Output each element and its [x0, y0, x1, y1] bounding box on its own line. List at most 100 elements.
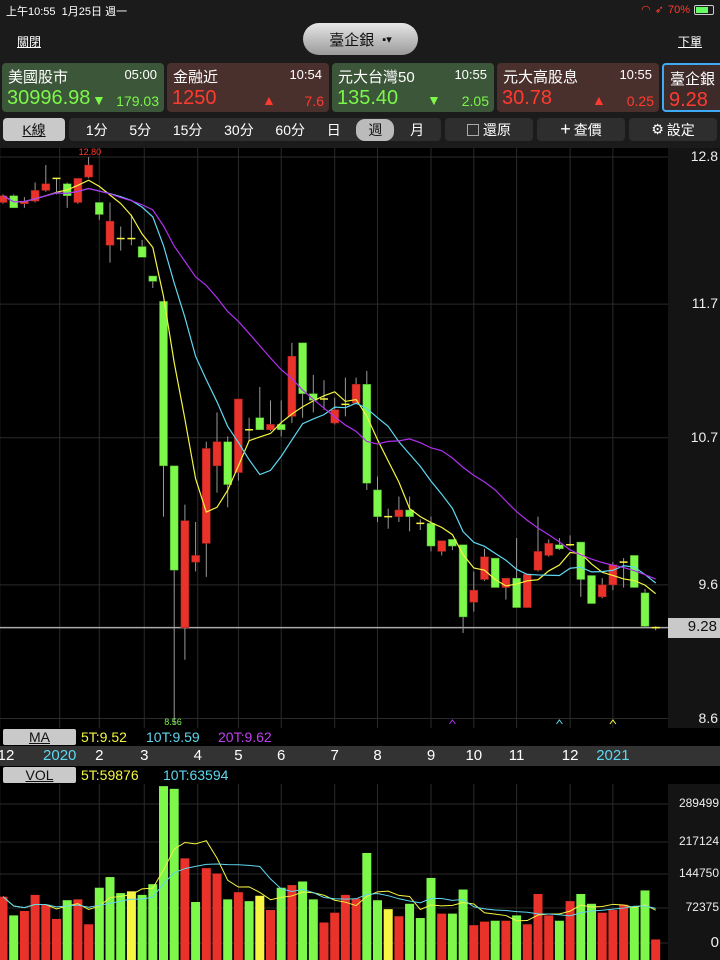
down-arrow-icon: ▼	[92, 92, 106, 108]
volume-bar	[52, 918, 61, 960]
quote-change: 0.25	[626, 93, 654, 109]
time-axis-label: 7	[330, 747, 339, 764]
volume-bar	[137, 894, 147, 960]
volume-bar	[94, 887, 104, 960]
volume-bar	[480, 921, 489, 960]
candle-down	[95, 202, 104, 215]
close-button[interactable]: 關閉	[17, 33, 41, 50]
quote-card[interactable]: 美國股市 05:00 30996.98 ▼ 179.03	[2, 63, 164, 112]
candle-up	[105, 220, 115, 246]
wifi-icon: ◠	[641, 4, 651, 16]
gear-icon: ⚙	[651, 121, 664, 137]
volume-bar	[148, 884, 158, 960]
quote-card[interactable]: 元大高股息 10:55 30.78 ▲ 0.25	[497, 63, 659, 112]
candle-up	[437, 540, 446, 552]
candle-up	[544, 543, 553, 556]
volume-chart[interactable]	[0, 784, 668, 960]
down-arrow-icon: ▼	[427, 92, 441, 108]
quote-name: 元大高股息	[503, 69, 579, 86]
quote-card[interactable]: 金融近 10:54 1250 ▲ 7.6	[167, 63, 329, 112]
period-week[interactable]: 週	[356, 118, 395, 141]
battery-icon	[694, 4, 714, 15]
location-icon: ➶	[654, 4, 664, 16]
stock-selector[interactable]: 臺企銀 ▪▾	[303, 23, 418, 55]
toolbar: K線 1分 5分 15分 30分 60分 日 週 月 還原 + 查價 ⚙ 設定	[0, 114, 720, 148]
ma-legend: MA 5T:9.52 10T:9.59 20T:9.62	[0, 728, 720, 746]
quote-change: 2.05	[461, 93, 489, 109]
price-tick: 8.6	[698, 709, 718, 726]
up-arrow-icon: ▲	[262, 92, 276, 108]
volume-bar	[319, 922, 329, 960]
quote-change: 7.6	[304, 93, 324, 109]
volume-bar	[276, 887, 286, 960]
volume-bar	[169, 788, 179, 960]
vol-ma5-value: 5T:59876	[81, 767, 139, 783]
query-button[interactable]: + 查價	[537, 118, 625, 141]
volume-bar	[0, 896, 8, 960]
ma-button[interactable]: MA	[3, 729, 76, 745]
candle-up	[180, 520, 190, 628]
candle-down	[587, 575, 596, 604]
vol-button[interactable]: VOL	[3, 767, 76, 783]
query-label: 查價	[573, 121, 602, 138]
ma10-line	[2, 187, 657, 584]
period-1min[interactable]: 1分	[80, 119, 114, 141]
restore-toggle[interactable]: 還原	[445, 118, 533, 141]
volume-bar	[640, 890, 650, 960]
period-month[interactable]: 月	[404, 119, 430, 141]
volume-bar	[233, 892, 243, 960]
candle-up	[394, 509, 404, 517]
quote-price: 9.28	[669, 89, 708, 111]
quote-card-selected[interactable]: 臺企銀 9.28	[662, 63, 720, 112]
candle-down	[426, 523, 436, 547]
volume-tick: 72375	[685, 900, 719, 914]
marker-chevron-icon	[556, 719, 563, 725]
volume-bar	[330, 912, 340, 960]
candle-down	[223, 441, 232, 485]
ma5-line	[2, 179, 657, 595]
volume-bar	[159, 786, 168, 960]
settings-label: 設定	[666, 121, 695, 138]
volume-bar	[255, 895, 265, 960]
candle-down	[169, 465, 179, 571]
settings-button[interactable]: ⚙ 設定	[629, 118, 717, 141]
volume-tick: 0	[710, 934, 719, 951]
quote-name: 金融近	[173, 69, 219, 86]
period-60min[interactable]: 60分	[269, 119, 311, 141]
volume-bar	[533, 893, 543, 960]
period-day[interactable]: 日	[321, 119, 347, 141]
candle-up	[191, 555, 200, 563]
price-tick: 12.8	[690, 148, 718, 164]
ma20-value: 20T:9.62	[218, 729, 272, 745]
quote-change: 179.03	[116, 93, 159, 109]
period-30min[interactable]: 30分	[218, 119, 260, 141]
quote-price: 30.78	[502, 87, 553, 109]
volume-bar	[116, 893, 126, 960]
restore-label: 還原	[483, 121, 511, 138]
quote-card[interactable]: 元大台灣50 10:55 135.40 ▼ 2.05	[332, 63, 494, 112]
quote-name: 臺企銀	[670, 71, 716, 88]
volume-bar	[544, 915, 554, 960]
candle-down	[137, 246, 147, 258]
candle-down	[640, 592, 650, 627]
time-axis-label: 6	[277, 747, 286, 764]
stock-title: 臺企銀	[329, 31, 375, 49]
volume-bar	[490, 920, 500, 960]
vol-ma10-value: 10T:63594	[163, 767, 229, 783]
period-15min[interactable]: 15分	[167, 119, 209, 141]
time-axis-label: 12	[0, 747, 15, 764]
order-button[interactable]: 下單	[678, 33, 702, 50]
ma20-line	[2, 187, 656, 580]
time-axis-label: 11	[508, 747, 525, 764]
quote-cards: 美國股市 05:00 30996.98 ▼ 179.03 金融近 10:54 1…	[0, 62, 720, 114]
quote-name: 美國股市	[8, 69, 69, 86]
ma5-value: 5T:9.52	[81, 729, 127, 745]
candlestick-chart[interactable]	[0, 148, 668, 728]
time-axis-label: 8	[373, 747, 382, 764]
time-axis[interactable]: 12 2020 2 3 4 5 6 7 8 9 10 11 12 2021	[0, 746, 720, 766]
kline-button[interactable]: K線	[3, 118, 65, 141]
high-price-label: 12.80	[78, 147, 102, 157]
quote-time: 10:55	[619, 67, 652, 82]
candle-down	[490, 557, 500, 588]
period-5min[interactable]: 5分	[123, 119, 157, 141]
